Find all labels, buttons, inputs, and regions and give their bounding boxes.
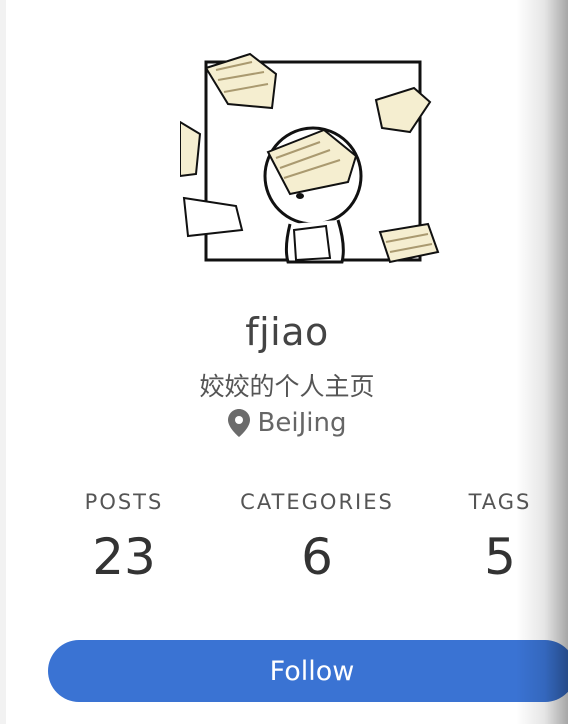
stat-posts[interactable]: POSTS 23 [74, 490, 174, 586]
location-text: BeiJing [257, 408, 347, 438]
profile-description: 姣姣的个人主页 [199, 372, 375, 401]
stat-value: 5 [484, 528, 516, 586]
follow-button[interactable]: Follow [48, 640, 568, 702]
avatar [179, 48, 442, 268]
stat-value: 6 [301, 528, 333, 586]
stat-value: 23 [92, 528, 156, 586]
cartoon-avatar-icon [179, 52, 440, 264]
scroll-edge-shadow [516, 0, 568, 724]
stats-row: POSTS 23 CATEGORIES 6 TAGS 5 [6, 490, 568, 600]
stat-categories[interactable]: CATEGORIES 6 [232, 490, 402, 586]
stat-tags[interactable]: TAGS 5 [460, 490, 540, 586]
stat-label: TAGS [468, 490, 532, 514]
profile-name: fjiao [245, 310, 329, 354]
stat-label: CATEGORIES [240, 490, 394, 514]
stat-label: POSTS [84, 490, 164, 514]
profile-location: BeiJing [6, 408, 568, 438]
map-marker-icon [227, 409, 250, 437]
profile-card: fjiao 姣姣的个人主页 BeiJing POSTS 23 CATEGORIE… [6, 0, 568, 724]
